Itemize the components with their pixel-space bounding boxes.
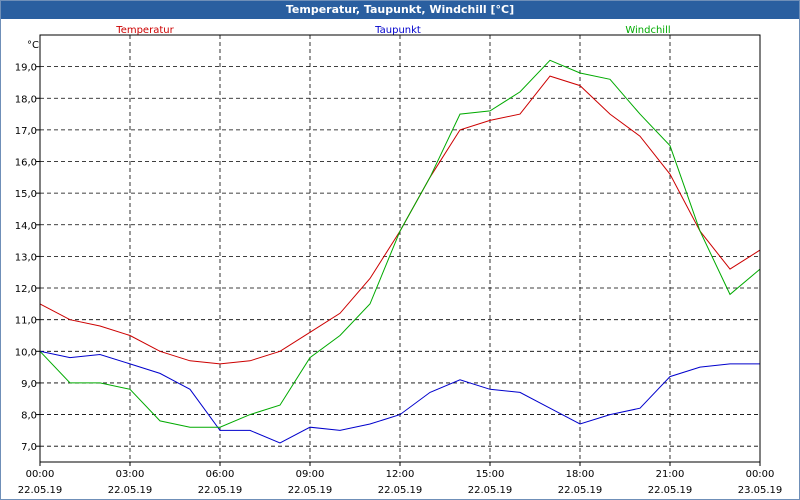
legend-temperatur: Temperatur	[115, 25, 174, 36]
y-tick-label: 19,0	[15, 63, 37, 74]
y-axis-label: °C	[27, 40, 39, 51]
x-tick-time: 15:00	[476, 469, 505, 480]
y-tick-label: 18,0	[15, 94, 37, 105]
x-tick-date: 22.05.19	[468, 485, 513, 496]
legend-taupunkt: Taupunkt	[374, 25, 421, 36]
y-tick-label: 11,0	[15, 316, 37, 327]
y-tick-label: 12,0	[15, 284, 37, 295]
x-tick-time: 06:00	[206, 469, 235, 480]
x-tick-date: 23.05.19	[738, 485, 783, 496]
x-tick-time: 18:00	[566, 469, 595, 480]
x-tick-date: 22.05.19	[378, 485, 423, 496]
x-tick-time: 12:00	[386, 469, 415, 480]
line-chart: °C 7,0 8,0 9,0 10,0 11,0 12,0 13,0 14,0 15,0 16,0…	[15, 25, 783, 496]
x-tick-date: 22.05.19	[108, 485, 153, 496]
y-tick-label: 8,0	[21, 411, 37, 422]
x-tick-date: 22.05.19	[558, 485, 603, 496]
x-tick-time: 21:00	[656, 469, 685, 480]
x-tick-time: 09:00	[296, 469, 325, 480]
x-tick-date: 22.05.19	[288, 485, 333, 496]
y-axis-ticks: 7,0 8,0 9,0 10,0 11,0 12,0 13,0 14,0 15,0 16,0 17,…	[15, 63, 40, 453]
legend: Temperatur Taupunkt Windchill	[115, 25, 670, 36]
y-tick-label: 7,0	[21, 442, 37, 453]
x-axis-ticks: 00:00 22.05.19 03:00 22.05.19 06:00 22.05.19 0…	[18, 462, 783, 496]
x-tick-time: 00:00	[26, 469, 55, 480]
x-tick-date: 22.05.19	[18, 485, 63, 496]
y-tick-label: 17,0	[15, 126, 37, 137]
y-tick-label: 9,0	[21, 379, 37, 390]
x-tick-time: 03:00	[116, 469, 145, 480]
x-tick-date: 22.05.19	[198, 485, 243, 496]
y-tick-label: 16,0	[15, 158, 37, 169]
x-tick-date: 22.05.19	[648, 485, 693, 496]
legend-windchill: Windchill	[625, 25, 670, 36]
grid-lines	[40, 35, 760, 462]
y-tick-label: 10,0	[15, 347, 37, 358]
y-tick-label: 14,0	[15, 221, 37, 232]
y-tick-label: 15,0	[15, 189, 37, 200]
y-tick-label: 13,0	[15, 252, 37, 263]
x-tick-time: 00:00	[746, 469, 775, 480]
